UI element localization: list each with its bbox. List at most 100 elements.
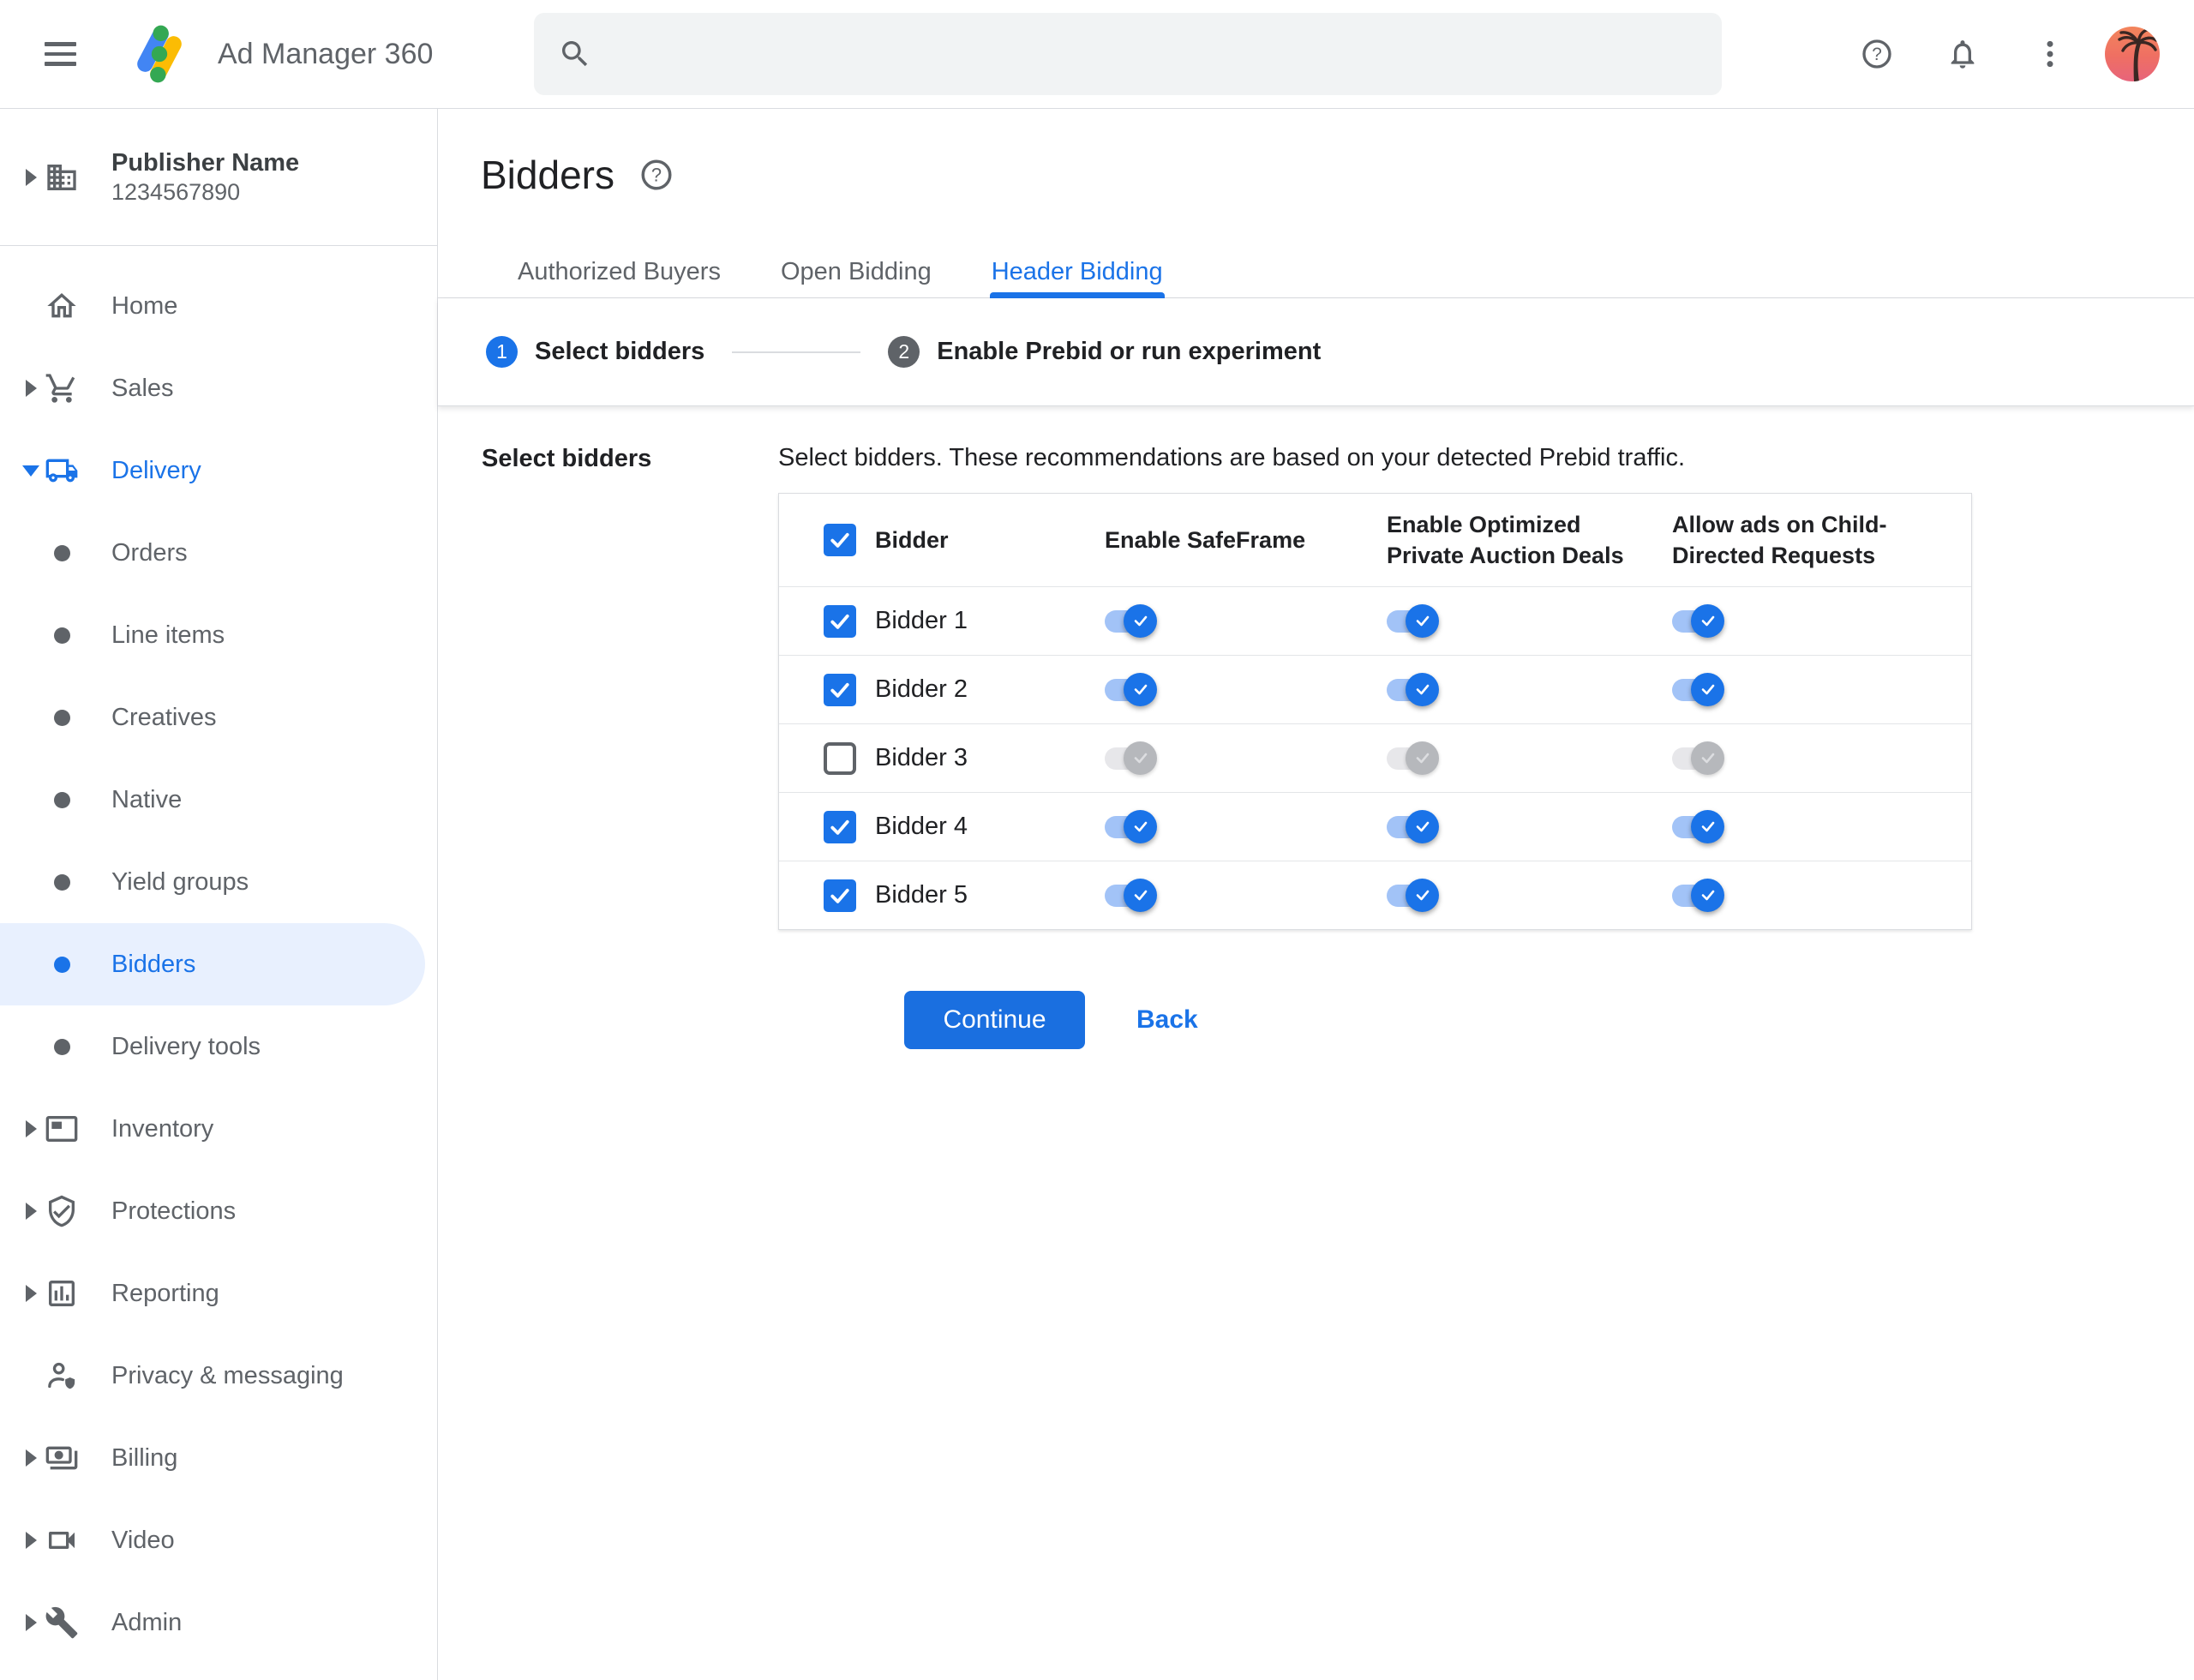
sidebar-item-inventory[interactable]: Inventory	[0, 1088, 437, 1170]
section-label: Select bidders	[482, 445, 652, 472]
optimized-deals-toggle[interactable]	[1387, 603, 1440, 639]
sidebar-item-video[interactable]: Video	[0, 1499, 437, 1581]
global-search[interactable]	[534, 13, 1723, 95]
table-row: Bidder 5	[779, 861, 1971, 929]
child-directed-toggle[interactable]	[1672, 878, 1725, 914]
page-header: Bidders ? Authorized Buyers Open Bidding…	[438, 109, 2194, 406]
sidebar-item-native[interactable]: Native	[0, 759, 437, 841]
safeframe-toggle[interactable]	[1105, 672, 1158, 708]
expand-right-icon	[17, 1203, 45, 1220]
palm-tree-image	[2118, 27, 2158, 81]
shield-check-icon	[45, 1194, 79, 1228]
shopping-cart-icon	[45, 371, 79, 405]
bidder-name: Bidder 4	[875, 813, 968, 840]
search-icon	[562, 41, 588, 67]
sidebar-item-delivery[interactable]: Delivery	[0, 429, 437, 512]
sidebar-item-sales[interactable]: Sales	[0, 347, 437, 429]
bullet-icon	[45, 956, 79, 973]
select-all-checkbox[interactable]	[824, 524, 856, 556]
optimized-deals-toggle[interactable]	[1387, 741, 1440, 777]
tab-open-bidding[interactable]: Open Bidding	[779, 258, 933, 298]
publisher-account-switcher[interactable]: Publisher Name 1234567890	[0, 109, 437, 246]
expand-right-icon	[17, 380, 45, 397]
table-row: Bidder 3	[779, 723, 1971, 792]
help-icon[interactable]: ?	[1858, 35, 1896, 73]
bullet-icon	[45, 873, 79, 891]
search-input[interactable]	[609, 13, 1699, 95]
page-help-icon[interactable]: ?	[638, 157, 674, 193]
safeframe-toggle[interactable]	[1105, 878, 1158, 914]
step-connector-line	[732, 351, 861, 353]
person-shield-icon	[45, 1359, 79, 1393]
tab-header-bidding[interactable]: Header Bidding	[989, 258, 1165, 298]
notifications-icon[interactable]	[1944, 35, 1981, 73]
step-select-bidders: 1 Select bidders	[486, 336, 704, 368]
row-checkbox[interactable]	[824, 604, 856, 638]
sidebar-item-home[interactable]: Home	[0, 265, 437, 347]
expand-right-icon	[17, 1614, 45, 1631]
tab-bar: Authorized Buyers Open Bidding Header Bi…	[516, 258, 2194, 298]
optimized-deals-toggle[interactable]	[1387, 809, 1440, 845]
sidebar-item-admin[interactable]: Admin	[0, 1581, 437, 1664]
column-header-safeframe: Enable SafeFrame	[1105, 527, 1306, 553]
row-checkbox[interactable]	[824, 879, 856, 912]
table-row: Bidder 2	[779, 655, 1971, 723]
ad-manager-app: Ad Manager 360 ? Publisher Name 12345678…	[0, 0, 2194, 1680]
safeframe-toggle[interactable]	[1105, 809, 1158, 845]
row-checkbox[interactable]	[824, 673, 856, 706]
row-checkbox[interactable]	[824, 741, 856, 775]
menu-icon[interactable]	[45, 35, 82, 73]
expand-right-icon	[17, 1449, 45, 1467]
inventory-icon	[45, 1112, 79, 1146]
sidebar-item-bidders[interactable]: Bidders	[0, 923, 437, 1005]
top-app-bar: Ad Manager 360 ?	[0, 0, 2194, 109]
expand-right-icon	[17, 1532, 45, 1549]
sidebar-item-yield-groups[interactable]: Yield groups	[0, 841, 437, 923]
bullet-icon	[45, 791, 79, 808]
child-directed-toggle[interactable]	[1672, 809, 1725, 845]
sidebar-navigation: Publisher Name 1234567890 Home Sales Del…	[0, 109, 438, 1680]
sidebar-item-protections[interactable]: Protections	[0, 1170, 437, 1252]
table-header-row: Bidder Enable SafeFrame Enable Optimized…	[779, 494, 1971, 586]
back-button[interactable]: Back	[1136, 1005, 1198, 1035]
sidebar-item-orders[interactable]: Orders	[0, 512, 437, 594]
column-header-child-directed: Allow ads on Child-Directed Requests	[1672, 512, 1887, 568]
row-checkbox[interactable]	[824, 810, 856, 843]
wrench-icon	[45, 1605, 79, 1640]
expand-right-icon	[17, 1285, 45, 1302]
tab-authorized-buyers[interactable]: Authorized Buyers	[516, 258, 722, 298]
sidebar-item-billing[interactable]: Billing	[0, 1417, 437, 1499]
section-description: Select bidders. These recommendations ar…	[778, 444, 1686, 471]
child-directed-toggle[interactable]	[1672, 672, 1725, 708]
publisher-id: 1234567890	[111, 178, 241, 205]
bullet-icon	[45, 1038, 79, 1055]
bidder-name: Bidder 1	[875, 607, 968, 634]
sidebar-item-creatives[interactable]: Creatives	[0, 676, 437, 759]
svg-text:?: ?	[651, 164, 662, 185]
expand-right-icon	[17, 1120, 45, 1137]
continue-button[interactable]: Continue	[904, 991, 1085, 1049]
main-content: Bidders ? Authorized Buyers Open Bidding…	[438, 109, 2194, 1680]
table-row: Bidder 4	[779, 792, 1971, 861]
bullet-icon	[45, 709, 79, 726]
sidebar-item-privacy-messaging[interactable]: Privacy & messaging	[0, 1335, 437, 1417]
bullet-icon	[45, 627, 79, 644]
bullet-icon	[45, 544, 79, 561]
account-avatar[interactable]	[2105, 27, 2160, 81]
safeframe-toggle[interactable]	[1105, 603, 1158, 639]
optimized-deals-toggle[interactable]	[1387, 878, 1440, 914]
more-options-icon[interactable]	[2031, 35, 2069, 73]
bidder-name: Bidder 2	[875, 675, 968, 703]
payments-icon	[45, 1441, 79, 1475]
expand-right-icon	[17, 168, 45, 186]
sidebar-item-delivery-tools[interactable]: Delivery tools	[0, 1005, 437, 1088]
optimized-deals-toggle[interactable]	[1387, 672, 1440, 708]
collapse-down-icon	[17, 465, 45, 477]
sidebar-item-reporting[interactable]: Reporting	[0, 1252, 437, 1335]
child-directed-toggle[interactable]	[1672, 741, 1725, 777]
safeframe-toggle[interactable]	[1105, 741, 1158, 777]
home-icon	[45, 289, 79, 323]
form-section: Select bidders Select bidders. These rec…	[438, 406, 2194, 930]
sidebar-item-line-items[interactable]: Line items	[0, 594, 437, 676]
child-directed-toggle[interactable]	[1672, 603, 1725, 639]
